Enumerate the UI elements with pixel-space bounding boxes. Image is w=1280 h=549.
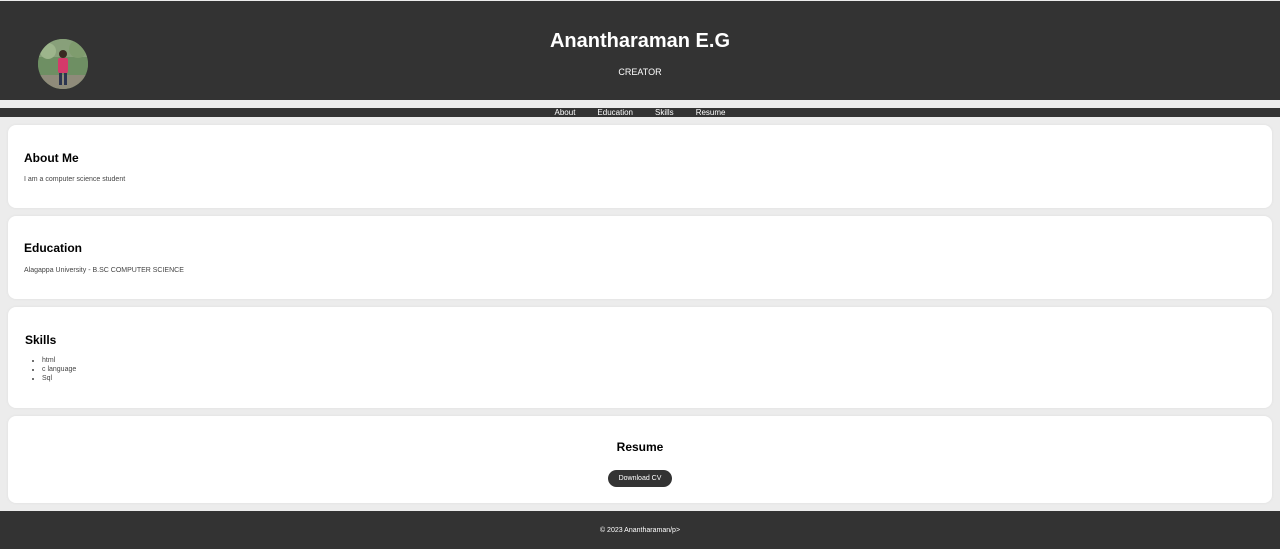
footer-copyright: © 2023 Anantharaman/p> xyxy=(599,527,681,534)
page-title: Anantharaman E.G xyxy=(549,30,731,52)
about-text: I am a computer science student xyxy=(24,176,126,183)
nav-link-about[interactable]: About xyxy=(555,108,576,117)
education-text: Alagappa University - B.SC COMPUTER SCIE… xyxy=(24,267,184,274)
nav-link-skills[interactable]: Skills xyxy=(655,108,674,117)
main-nav: About Education Skills Resume xyxy=(0,108,1280,117)
about-heading: About Me xyxy=(24,151,79,165)
education-heading: Education xyxy=(24,241,83,255)
skills-section: Skills html c language Sql xyxy=(8,307,1272,408)
skills-heading: Skills xyxy=(25,333,57,347)
download-cv-button[interactable]: Download CV xyxy=(608,470,672,487)
site-footer: © 2023 Anantharaman/p> xyxy=(0,511,1280,549)
nav-link-resume[interactable]: Resume xyxy=(696,108,726,117)
skill-item: Sql xyxy=(42,374,76,383)
nav-link-education[interactable]: Education xyxy=(597,108,633,117)
resume-heading: Resume xyxy=(616,440,664,454)
skill-item: c language xyxy=(42,365,76,374)
resume-section: Resume Download CV xyxy=(8,416,1272,503)
skills-list: html c language Sql xyxy=(33,356,76,383)
page-subtitle: CREATOR xyxy=(618,67,662,77)
education-section: Education Alagappa University - B.SC COM… xyxy=(8,216,1272,299)
about-section: About Me I am a computer science student xyxy=(8,125,1272,208)
site-header: Anantharaman E.G CREATOR xyxy=(0,1,1280,100)
skill-item: html xyxy=(42,356,76,365)
